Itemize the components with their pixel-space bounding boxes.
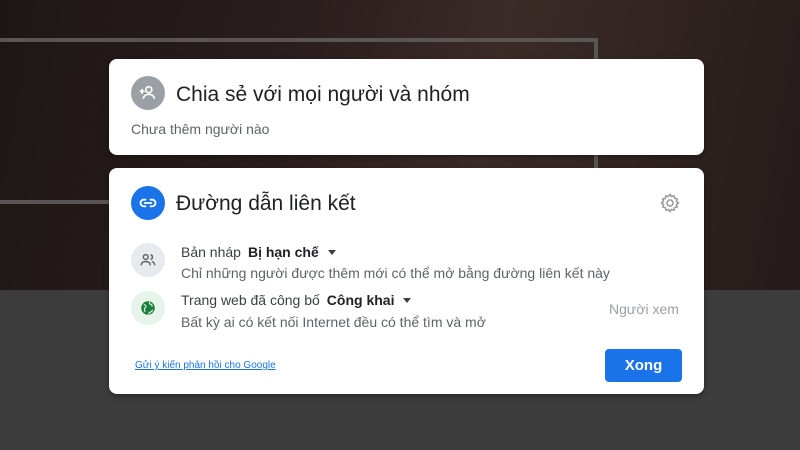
chevron-down-icon [403, 297, 412, 303]
done-button[interactable]: Xong [605, 349, 682, 382]
feedback-link[interactable]: Gửi ý kiến phản hồi cho Google [135, 360, 276, 371]
published-description: Bất kỳ ai có kết nối Internet đều có thể… [181, 314, 486, 330]
published-access-dropdown[interactable]: Công khai [327, 292, 412, 308]
share-title: Chia sẻ với mọi người và nhóm [176, 83, 470, 106]
draft-row-label: Bản nháp Bị hạn chế [181, 244, 336, 260]
published-label: Trang web đã công bố [181, 292, 320, 308]
globe-icon [131, 291, 165, 325]
link-title: Đường dẫn liên kết [176, 192, 356, 215]
people-icon [131, 243, 165, 277]
draft-access-value: Bị hạn chế [247, 244, 319, 260]
add-person-icon[interactable] [131, 76, 165, 110]
published-row-label: Trang web đã công bố Công khai [181, 292, 412, 308]
link-icon [131, 186, 165, 220]
share-subtitle: Chưa thêm người nào [131, 121, 270, 137]
gear-icon[interactable] [659, 192, 681, 214]
published-access-value: Công khai [326, 292, 395, 308]
draft-label: Bản nháp [181, 244, 241, 260]
draft-description: Chỉ những người được thêm mới có thể mở … [181, 265, 610, 281]
draft-access-dropdown[interactable]: Bị hạn chế [248, 244, 336, 260]
share-card: Chia sẻ với mọi người và nhóm Chưa thêm … [109, 59, 704, 155]
viewer-role-label: Người xem [609, 301, 679, 317]
link-card: Đường dẫn liên kết Bản nháp Bị hạn chế C… [109, 168, 704, 394]
chevron-down-icon [327, 249, 336, 255]
